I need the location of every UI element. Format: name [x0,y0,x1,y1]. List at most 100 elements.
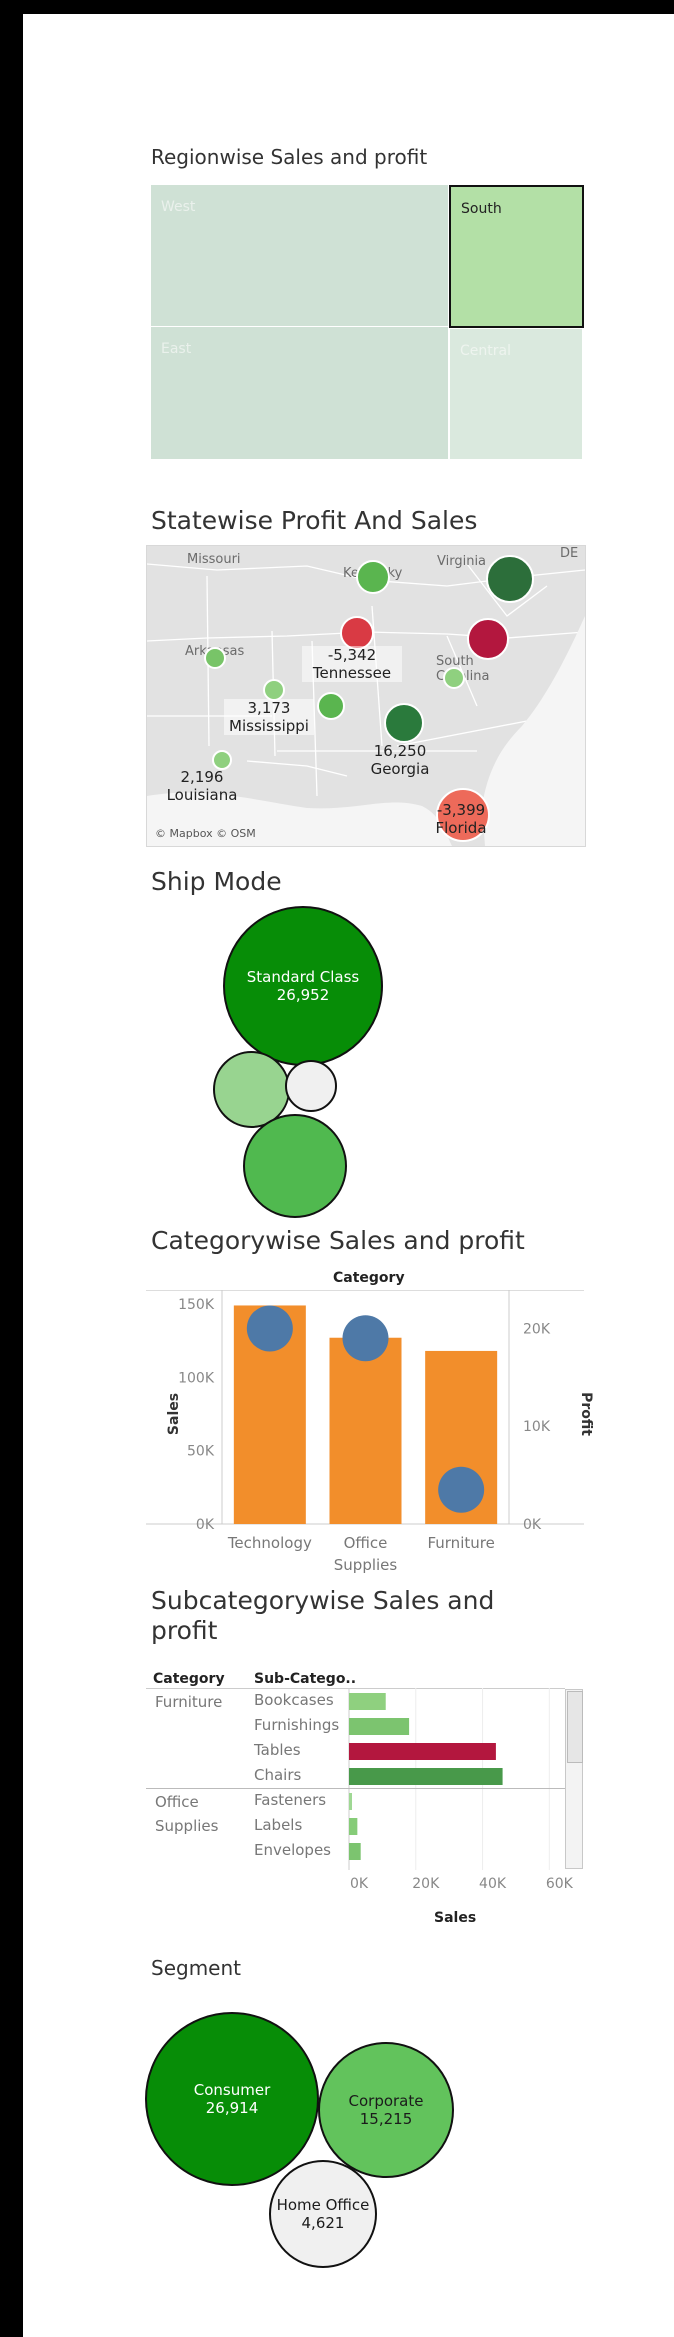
profit-axis-title: Profit [577,1392,594,1436]
category-tick-label: Office Supplies [311,1532,421,1576]
map-label-florida: -3,399 Florida [411,801,511,837]
subcat-category-line: Supplies [155,1817,219,1835]
map-label-florida-value: -3,399 [436,801,486,819]
map-marker-mississippi[interactable] [263,679,285,701]
map-state-virginia: Virginia [437,554,487,569]
region-central[interactable]: Central [450,329,582,459]
subcat-bar [349,1718,410,1735]
category-tick-label: Technology [215,1532,325,1554]
subcat-row-label: Envelopes [254,1841,331,1859]
segment-bubble-consumer[interactable]: Consumer 26,914 [145,2012,319,2186]
map-state-de: DE [560,546,579,561]
profit-tick-label: 10K [523,1419,551,1435]
region-west[interactable]: West [151,185,448,326]
map-marker-georgia[interactable] [384,703,424,743]
subcat-x-tick-label: 40K [479,1876,507,1892]
category-title: Categorywise Sales and profit [151,1226,525,1255]
map-marker-alabama[interactable] [317,692,345,720]
statewise-title: Statewise Profit And Sales [151,506,478,535]
regionwise-title: Regionwise Sales and profit [151,145,428,169]
map-label-georgia: 16,250 Georgia [355,742,445,778]
map-attribution[interactable]: © Mapbox © OSM [155,827,256,840]
subcat-bar [349,1693,386,1710]
segment-bubble-home-office[interactable]: Home Office 4,621 [269,2160,377,2268]
segment-bubble-corporate[interactable]: Corporate 15,215 [318,2042,454,2178]
map-marker-tennessee[interactable] [340,616,374,650]
segment-title: Segment [151,1956,241,1980]
ship-mode-bubble-third[interactable] [285,1060,337,1112]
category-tick-line: Office [343,1534,388,1552]
map-marker-south-carolina[interactable] [443,667,465,689]
map-marker-virginia[interactable] [486,555,534,603]
dashboard-page: Regionwise Sales and profit West South E… [23,14,674,2337]
sales-tick-label: 0K [196,1517,215,1530]
map-label-mississippi: 3,173 Mississippi [224,699,314,735]
sales-axis-title: Sales [166,1392,183,1436]
map-label-florida-state: Florida [435,819,487,837]
category-tick-line: Supplies [333,1556,398,1574]
subcat-category-line: Furniture [155,1693,223,1711]
profit-dot [342,1315,389,1362]
map-label-mississippi-value: 3,173 [247,699,291,717]
subcat-bar [349,1818,358,1835]
sales-tick-label: 150K [178,1297,215,1313]
region-south[interactable]: South [449,185,584,328]
subcat-x-tick-label: 60K [545,1876,573,1892]
map-label-georgia-state: Georgia [370,760,430,778]
subcat-category-header: Category [153,1671,225,1687]
subcat-row-label: Fasteners [254,1791,327,1809]
profit-dot [438,1466,485,1513]
region-central-label: Central [460,343,511,359]
segment-home-office-label: Home Office [276,2196,370,2214]
map-label-louisiana-value: 2,196 [180,768,224,786]
subcategory-title-line2: profit [151,1616,218,1645]
subcategory-scrollbar[interactable] [565,1689,583,1869]
subcat-row-label: Chairs [254,1766,302,1784]
ship-mode-bubble-label: Standard Class [246,968,360,986]
segment-corporate-value: 15,215 [359,2110,413,2128]
ship-mode-bubble-fourth[interactable] [243,1114,347,1218]
subcategory-scrollbar-thumb[interactable] [567,1691,583,1763]
subcategory-table: Furniture Bookcases Furnishings Tables Chair… [146,1688,584,1892]
region-east[interactable]: East [151,327,448,459]
subcategory-chart-svg [146,1688,565,1870]
subcat-x-tick-label: 20K [412,1876,440,1892]
map-label-louisiana-state: Louisiana [166,786,238,804]
map-label-mississippi-state: Mississippi [229,717,309,735]
map-marker-arkansas[interactable] [204,647,226,669]
segment-corporate-label: Corporate [348,2092,424,2110]
region-treemap: West South East Central [151,185,584,459]
map-marker-north-carolina[interactable] [467,618,509,660]
sales-bar [329,1337,402,1524]
segment-consumer-label: Consumer [193,2081,271,2099]
sales-tick-label: 50K [187,1444,215,1460]
subcat-x-tick-label: 0K [349,1876,369,1892]
state-map[interactable]: Missouri Kentucky Virginia DE Arkansas S… [146,545,586,847]
subcat-row-label: Furnishings [254,1716,340,1734]
map-marker-kentucky[interactable] [356,560,390,594]
category-header: Category [333,1270,405,1286]
map-marker-louisiana[interactable] [212,750,232,770]
subcat-x-axis-title: Sales [434,1910,477,1926]
region-west-label: West [161,199,196,215]
sales-tick-label: 100K [178,1370,215,1386]
ship-mode-bubble-value: 26,952 [276,986,330,1004]
subcat-row-label: Bookcases [254,1691,334,1709]
subcat-category-cell: Furniture [155,1690,222,1714]
segment-consumer-value: 26,914 [205,2099,259,2117]
region-east-label: East [161,341,192,357]
subcategory-title-line1: Subcategorywise Sales and [151,1586,495,1615]
subcat-bar [349,1843,361,1860]
ship-mode-bubble-standard-class[interactable]: Standard Class 26,952 [223,906,383,1066]
subcat-row-label: Labels [254,1816,303,1834]
profit-tick-label: 20K [523,1321,551,1337]
subcat-category-line: Office [155,1793,199,1811]
category-tick-line: Furniture [427,1534,495,1552]
subcat-bar [349,1793,352,1810]
subcat-bar [349,1743,496,1760]
segment-home-office-value: 4,621 [301,2214,345,2232]
category-tick-line: Technology [227,1534,312,1552]
subcat-subcategory-header: Sub-Catego.. [254,1671,357,1687]
profit-dot [246,1305,293,1352]
map-label-georgia-value: 16,250 [373,742,427,760]
